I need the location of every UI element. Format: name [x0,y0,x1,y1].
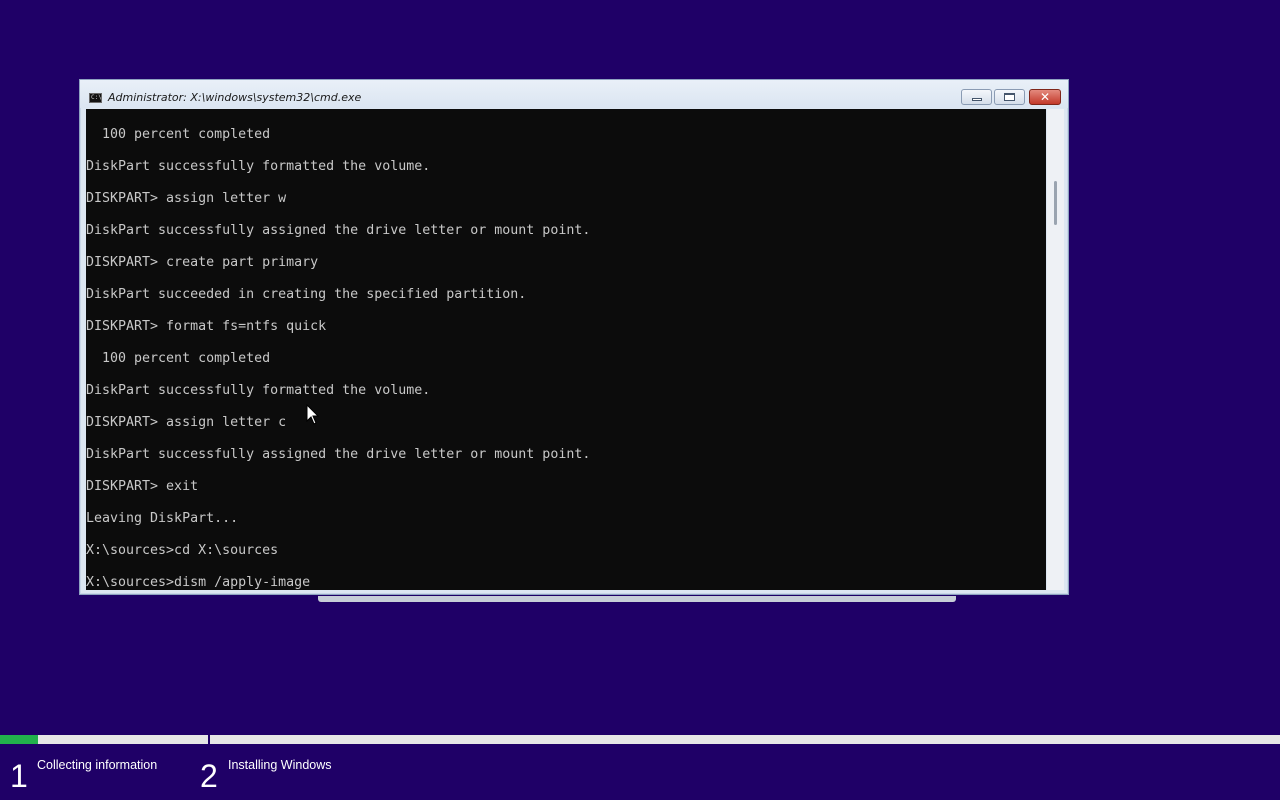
console-lines: 100 percent completed DiskPart successful… [86,127,590,590]
maximize-button[interactable] [994,89,1025,105]
step-label: Installing Windows [228,758,332,772]
minimize-button[interactable] [961,89,992,105]
close-icon: ✕ [1039,90,1051,104]
window-title: Administrator: X:\windows\system32\cmd.e… [108,91,362,104]
console-line: DiskPart successfully assigned the drive… [86,447,591,462]
console-line: DISKPART> exit [86,479,199,494]
title-bar[interactable]: C:\ Administrator: X:\windows\system32\c… [80,80,1068,108]
console-line: DiskPart succeeded in creating the speci… [86,287,527,302]
step-number: 1 [10,758,28,794]
console-line: DiskPart successfully formatted the volu… [86,383,431,398]
setup-desktop: C:\ Administrator: X:\windows\system32\c… [0,0,1280,800]
console-line: DiskPart successfully assigned the drive… [86,223,591,238]
step-number: 2 [200,758,218,794]
progress-step-divider [208,731,210,745]
console-line: X:\sources>cd X:\sources [86,543,279,558]
console-line: DISKPART> create part primary [86,255,319,270]
console-line: 100 percent completed [86,127,271,142]
console-line: Leaving DiskPart... [86,511,239,526]
mouse-cursor-icon [306,404,320,425]
console-line: X:\sources>dism /apply-image [86,575,311,590]
step-label: Collecting information [37,758,158,772]
maximize-icon [1004,93,1015,101]
window-bottom-edge [318,596,956,602]
console-line: DISKPART> format fs=ntfs quick [86,319,327,334]
close-button[interactable]: ✕ [1029,89,1061,105]
console-output[interactable]: 100 percent completed DiskPart successful… [86,109,1046,590]
setup-progress-bar [0,735,1280,744]
setup-progress-fill [0,735,39,744]
scrollbar-thumb[interactable] [1054,181,1057,225]
cmd-icon: C:\ [89,93,102,103]
console-line: 100 percent completed [86,351,271,366]
minimize-icon [971,98,982,101]
console-line: DISKPART> assign letter w [86,191,287,206]
console-line: DISKPART> assign letter c [86,415,287,430]
cmd-window[interactable]: C:\ Administrator: X:\windows\system32\c… [79,79,1069,595]
vertical-scrollbar[interactable] [1047,109,1064,590]
console-line: DiskPart successfully formatted the volu… [86,159,431,174]
